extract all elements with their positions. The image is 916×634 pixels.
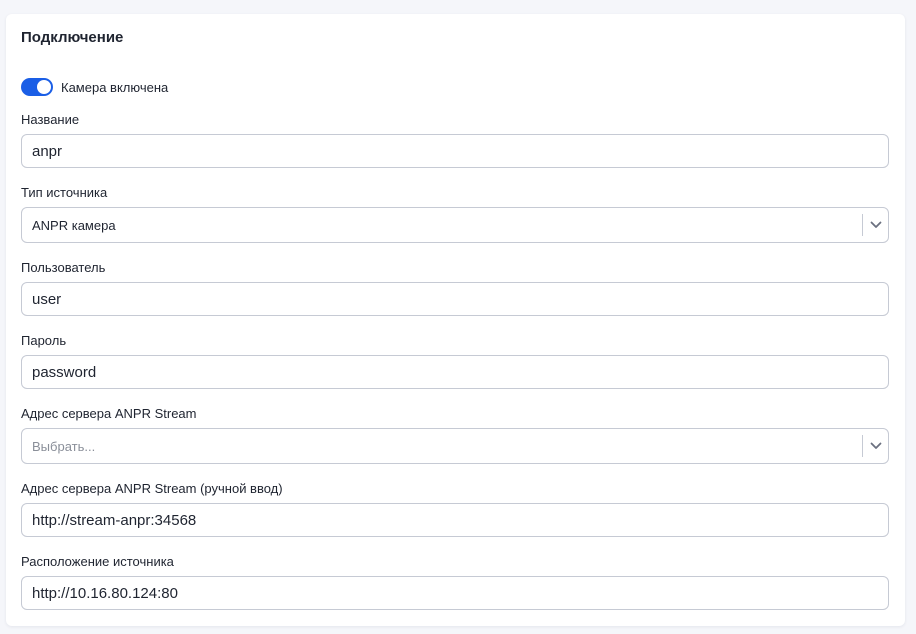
section-title: Подключение — [21, 29, 124, 46]
chevron-down-icon[interactable] — [863, 208, 888, 242]
name-input[interactable]: anpr — [21, 134, 889, 168]
user-label: Пользователь — [21, 260, 106, 275]
stream-server-select[interactable]: Выбрать... — [21, 428, 889, 464]
name-label: Название — [21, 112, 80, 127]
stream-server-label: Адрес сервера ANPR Stream — [21, 406, 197, 421]
camera-enabled-row: Камера включена — [21, 78, 168, 96]
chevron-down-icon[interactable] — [863, 429, 888, 463]
stream-server-manual-input[interactable]: http://stream-anpr:34568 — [21, 503, 889, 537]
source-location-value: http://10.16.80.124:80 — [32, 584, 178, 602]
name-input-value: anpr — [32, 142, 63, 160]
stream-server-placeholder: Выбрать... — [32, 438, 96, 454]
stream-server-manual-label: Адрес сервера ANPR Stream (ручной ввод) — [21, 481, 283, 496]
source-type-label: Тип источника — [21, 185, 108, 200]
source-location-input[interactable]: http://10.16.80.124:80 — [21, 576, 889, 610]
source-location-label: Расположение источника — [21, 554, 174, 569]
camera-enabled-toggle[interactable] — [21, 78, 53, 96]
source-type-select[interactable]: ANPR камера — [21, 207, 889, 243]
password-input-value: password — [32, 363, 97, 381]
stream-server-manual-value: http://stream-anpr:34568 — [32, 511, 197, 529]
camera-enabled-label: Камера включена — [61, 79, 169, 95]
password-input[interactable]: password — [21, 355, 889, 389]
user-input-value: user — [32, 290, 62, 308]
user-input[interactable]: user — [21, 282, 889, 316]
password-label: Пароль — [21, 333, 67, 348]
connection-card: Подключение Камера включена Название anp… — [6, 14, 905, 626]
source-type-selected: ANPR камера — [32, 217, 116, 233]
toggle-knob — [37, 80, 51, 94]
